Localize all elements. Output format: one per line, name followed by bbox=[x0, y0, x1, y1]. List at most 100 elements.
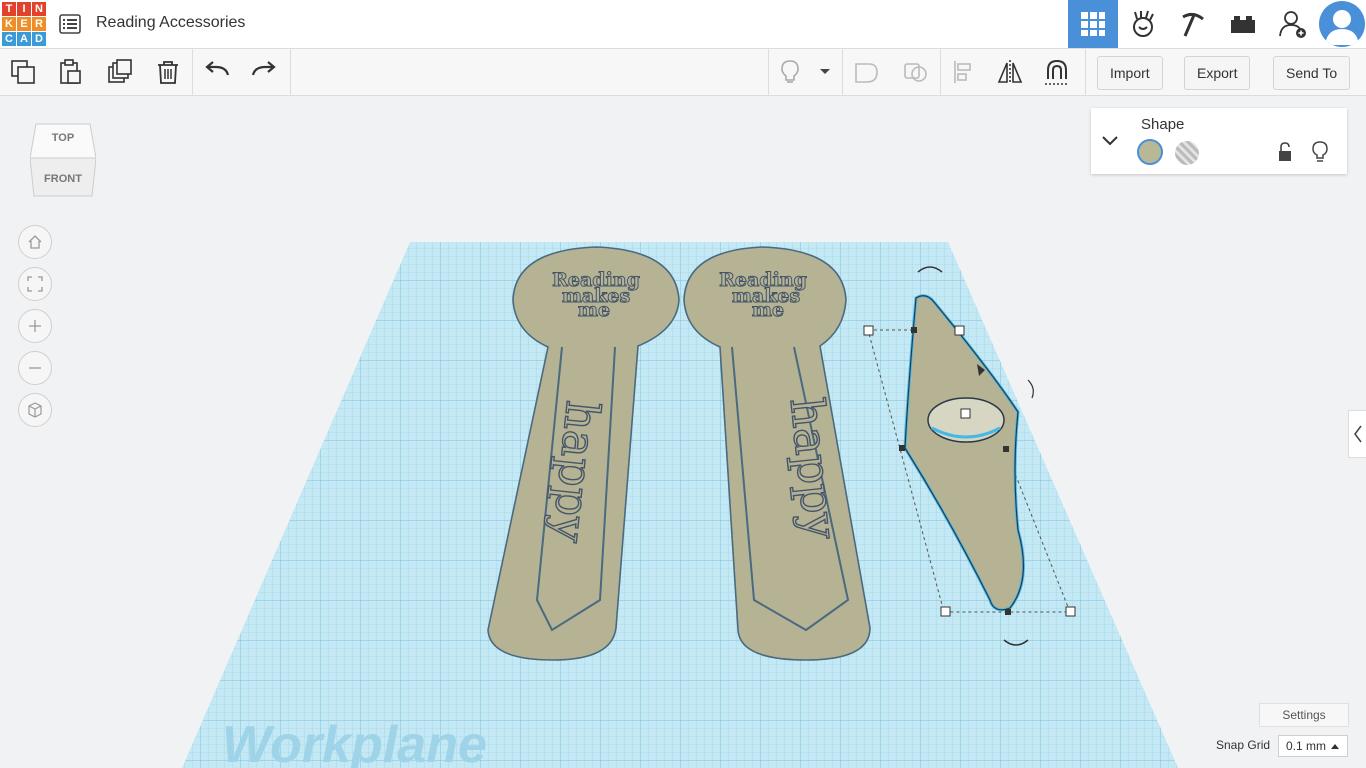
export-button[interactable]: Export bbox=[1184, 56, 1251, 90]
settings-button[interactable]: Settings bbox=[1259, 703, 1349, 727]
selection-handle[interactable] bbox=[1065, 606, 1076, 617]
chevron-down-icon bbox=[820, 69, 830, 74]
inspector-title: Shape bbox=[1141, 116, 1185, 133]
view-cube[interactable]: TOP FRONT bbox=[29, 120, 97, 200]
3d-viewport[interactable]: Workplane Reading makes me happy Reading… bbox=[0, 96, 1366, 768]
toolbar-divider bbox=[1085, 49, 1086, 95]
solid-color-swatch[interactable] bbox=[1137, 139, 1163, 165]
workplane-grid-lines bbox=[182, 242, 1178, 768]
duplicate-icon bbox=[108, 59, 132, 83]
chevron-up-icon bbox=[1331, 744, 1339, 749]
toolbar-divider bbox=[192, 49, 193, 95]
invite-user-button[interactable] bbox=[1268, 0, 1318, 48]
fit-view-button[interactable] bbox=[18, 267, 52, 301]
cruise-button[interactable] bbox=[1040, 55, 1074, 89]
hole-swatch[interactable] bbox=[1175, 141, 1199, 165]
logo-letter: T bbox=[2, 2, 16, 16]
selection-handle[interactable] bbox=[954, 325, 965, 336]
bricks-view-button[interactable] bbox=[1168, 0, 1218, 48]
design-title[interactable]: Reading Accessories bbox=[96, 14, 245, 32]
redo-button[interactable] bbox=[247, 55, 281, 89]
ungroup-icon bbox=[904, 63, 927, 82]
toolbar: Import Export Send To bbox=[0, 49, 1366, 96]
zoom-out-button[interactable] bbox=[18, 351, 52, 385]
logo-letter: C bbox=[2, 32, 16, 46]
codeblocks-icon bbox=[1133, 10, 1154, 37]
selection-handle[interactable] bbox=[863, 325, 874, 336]
paste-button[interactable] bbox=[53, 55, 87, 89]
snap-grid-value: 0.1 mm bbox=[1286, 739, 1327, 753]
hide-button[interactable] bbox=[1311, 141, 1329, 168]
chevron-down-icon bbox=[1102, 136, 1118, 146]
align-button[interactable] bbox=[947, 55, 981, 89]
copy-icon bbox=[11, 60, 35, 84]
logo-letter: E bbox=[17, 17, 31, 31]
lightbulb-icon bbox=[781, 60, 799, 83]
fit-icon bbox=[27, 276, 43, 292]
import-button[interactable]: Import bbox=[1097, 56, 1163, 90]
selection-handle[interactable] bbox=[899, 445, 905, 451]
inspector-collapse-button[interactable] bbox=[1101, 134, 1119, 152]
view-cube-front-label[interactable]: FRONT bbox=[30, 173, 96, 185]
cube-icon bbox=[28, 402, 42, 418]
pickaxe-icon bbox=[1182, 12, 1204, 37]
bookmark-text-line: me bbox=[752, 299, 784, 321]
logo-letter: N bbox=[32, 2, 46, 16]
user-menu[interactable] bbox=[1318, 0, 1366, 48]
trash-icon bbox=[158, 61, 178, 84]
selection-handle[interactable] bbox=[960, 408, 971, 419]
mirror-button[interactable] bbox=[993, 55, 1027, 89]
align-icon bbox=[954, 61, 971, 83]
show-all-button[interactable] bbox=[773, 55, 807, 89]
design-list-icon[interactable] bbox=[58, 12, 82, 36]
selection-handle[interactable] bbox=[1003, 446, 1009, 452]
mirror-icon bbox=[997, 60, 1023, 84]
chevron-left-icon bbox=[1354, 425, 1362, 443]
minus-icon bbox=[29, 367, 41, 369]
add-user-icon bbox=[1279, 11, 1306, 38]
panel-toggle-button[interactable] bbox=[1348, 410, 1366, 458]
lego-view-button[interactable] bbox=[1218, 0, 1268, 48]
toolbar-divider bbox=[290, 49, 291, 95]
snap-grid-label: Snap Grid bbox=[1216, 738, 1271, 752]
zoom-in-button[interactable] bbox=[18, 309, 52, 343]
3d-design-view-button[interactable] bbox=[1068, 0, 1118, 48]
grid-icon bbox=[1081, 12, 1105, 36]
workplane-label: Workplane bbox=[222, 716, 487, 768]
duplicate-button[interactable] bbox=[103, 55, 137, 89]
selection-handle[interactable] bbox=[911, 327, 917, 333]
magnet-icon bbox=[1045, 59, 1069, 85]
codeblocks-view-button[interactable] bbox=[1118, 0, 1168, 48]
toolbar-divider bbox=[940, 49, 941, 95]
paste-icon bbox=[60, 59, 81, 84]
rotate-handle[interactable] bbox=[1027, 379, 1034, 399]
delete-button[interactable] bbox=[151, 55, 185, 89]
lock-button[interactable] bbox=[1277, 142, 1293, 167]
home-view-button[interactable] bbox=[18, 225, 52, 259]
avatar bbox=[1319, 1, 1365, 47]
view-cube-top-label[interactable]: TOP bbox=[30, 132, 96, 144]
brick-icon bbox=[1231, 16, 1255, 33]
logo-letter: K bbox=[2, 17, 16, 31]
ungroup-button[interactable] bbox=[898, 55, 932, 89]
group-button[interactable] bbox=[849, 55, 883, 89]
top-bar: TIN KER CAD Reading Accessories bbox=[0, 0, 1366, 49]
toolbar-divider bbox=[842, 49, 843, 95]
plus-icon bbox=[29, 320, 41, 332]
toolbar-divider bbox=[768, 49, 769, 95]
show-all-dropdown[interactable] bbox=[811, 55, 839, 89]
group-icon bbox=[855, 63, 878, 83]
undo-button[interactable] bbox=[200, 55, 234, 89]
logo-letter: I bbox=[17, 2, 31, 16]
selection-handle[interactable] bbox=[1005, 609, 1011, 615]
snap-grid-select[interactable]: 0.1 mm bbox=[1278, 735, 1348, 757]
perspective-button[interactable] bbox=[18, 393, 52, 427]
redo-icon bbox=[251, 61, 276, 76]
send-to-button[interactable]: Send To bbox=[1273, 56, 1351, 90]
tinkercad-logo[interactable]: TIN KER CAD bbox=[2, 2, 46, 46]
selection-handle[interactable] bbox=[940, 606, 951, 617]
copy-button[interactable] bbox=[6, 55, 40, 89]
bookmark-text-line: me bbox=[578, 299, 610, 321]
shape-inspector: Shape bbox=[1091, 108, 1347, 174]
logo-letter: D bbox=[32, 32, 46, 46]
